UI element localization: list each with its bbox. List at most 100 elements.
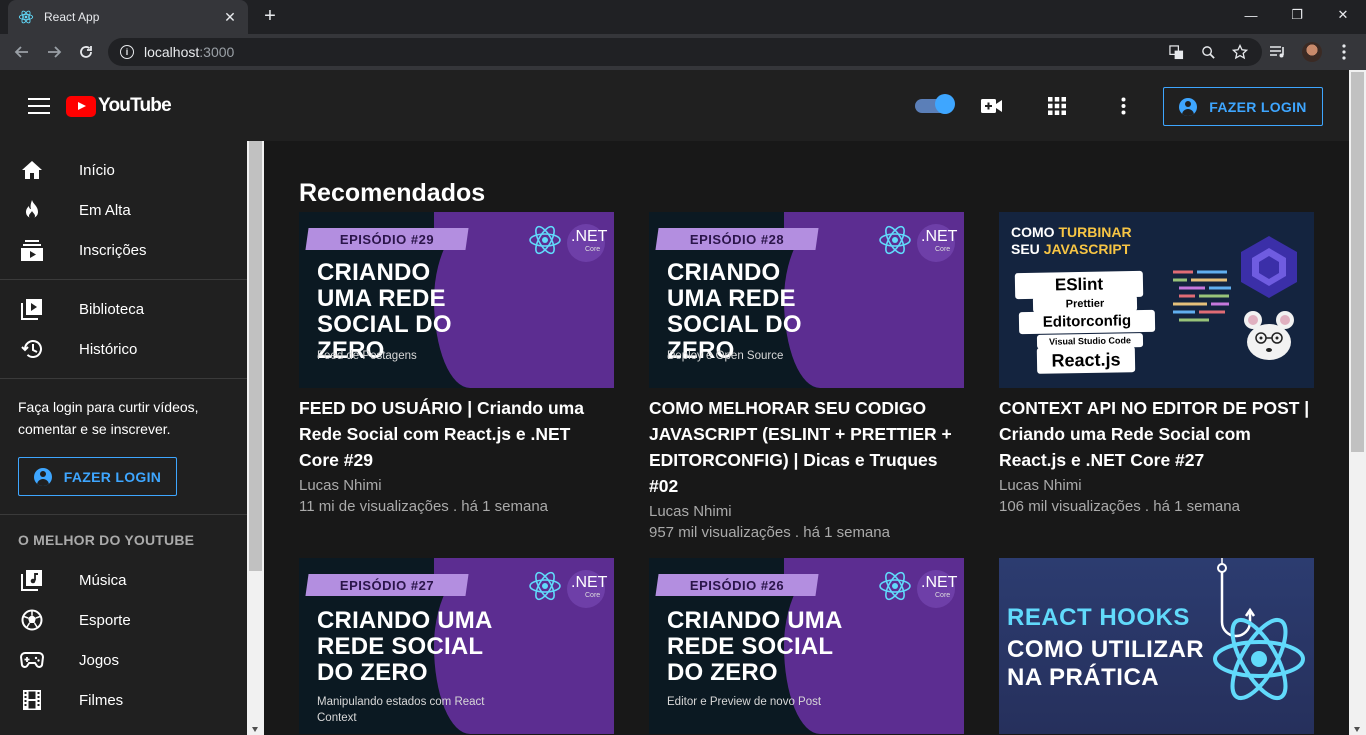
- media-queue-icon[interactable]: [1268, 42, 1288, 62]
- video-channel[interactable]: Lucas Nhimi: [649, 503, 964, 520]
- video-thumbnail[interactable]: COMO TURBINAR SEU JAVASCRIPT ESlint Pret…: [999, 212, 1314, 388]
- react-logo-icon: [1213, 617, 1305, 701]
- browser-tab[interactable]: React App ✕: [8, 0, 248, 34]
- video-channel[interactable]: Lucas Nhimi: [299, 477, 614, 494]
- apps-grid-icon[interactable]: [1046, 95, 1068, 117]
- thumb-headline: CRIANDO UMA REDE SOCIAL DO ZERO: [317, 607, 492, 686]
- video-card[interactable]: EPISÓDIO #28 .NET Core CRIANDO UMA REDE …: [649, 212, 964, 541]
- sidebar: Início Em Alta Inscrições Biblioteca His…: [0, 141, 247, 735]
- sidebar-item-historico[interactable]: Histórico: [0, 329, 247, 369]
- sidebar-item-label: Filmes: [79, 691, 124, 709]
- toggle-knob: [935, 94, 955, 114]
- profile-avatar[interactable]: [1302, 42, 1322, 62]
- url-port: :3000: [199, 44, 235, 60]
- react-logo-icon: [879, 225, 911, 255]
- new-tab-button[interactable]: +: [258, 4, 282, 28]
- net-label: .NET: [921, 228, 958, 245]
- header-login-button[interactable]: FAZER LOGIN: [1163, 87, 1323, 126]
- login-prompt: Faça login para curtir vídeos, comentar …: [18, 399, 199, 437]
- sidebar-item-musica[interactable]: Música: [0, 560, 247, 600]
- sidebar-item-label: Jogos: [79, 651, 120, 669]
- core-label: Core: [935, 592, 951, 599]
- zoom-icon[interactable]: [1200, 44, 1216, 60]
- sidebar-item-esporte[interactable]: Esporte: [0, 600, 247, 640]
- episode-label: EPISÓDIO #29: [339, 231, 435, 247]
- reload-icon[interactable]: [74, 40, 98, 64]
- sidebar-item-filmes[interactable]: Filmes: [0, 680, 247, 720]
- video-channel[interactable]: Lucas Nhimi: [999, 477, 1314, 494]
- translate-icon[interactable]: [1168, 44, 1184, 60]
- episode-banner: EPISÓDIO #27: [305, 574, 469, 596]
- window-close-button[interactable]: ✕: [1320, 0, 1366, 30]
- video-title[interactable]: COMO MELHORAR SEU CODIGO JAVASCRIPT (ESL…: [649, 395, 964, 499]
- video-title[interactable]: FEED DO USUÁRIO | Criando uma Rede Socia…: [299, 395, 614, 473]
- sidebar-item-inscricoes[interactable]: Inscrições: [0, 230, 247, 270]
- restore-button[interactable]: ❐: [1274, 0, 1320, 30]
- video-card[interactable]: COMO TURBINAR SEU JAVASCRIPT ESlint Pret…: [999, 212, 1314, 515]
- sidebar-scrollbar-thumb[interactable]: [249, 141, 262, 571]
- video-thumbnail[interactable]: REACT HOOKS COMO UTILIZAR NA PRÁTICA: [999, 558, 1314, 734]
- browser-menu-icon[interactable]: [1334, 42, 1354, 62]
- sidebar-item-jogos[interactable]: Jogos: [0, 640, 247, 680]
- core-label: Core: [935, 246, 951, 253]
- back-arrow-icon[interactable]: [10, 40, 34, 64]
- theme-toggle[interactable]: [915, 94, 955, 114]
- video-thumbnail[interactable]: EPISÓDIO #26 .NET Core CRIANDO UMA REDE …: [649, 558, 964, 734]
- scroll-down-arrow-icon[interactable]: [252, 727, 258, 732]
- video-card[interactable]: REACT HOOKS COMO UTILIZAR NA PRÁTICA: [999, 558, 1314, 734]
- video-card[interactable]: EPISÓDIO #26 .NET Core CRIANDO UMA REDE …: [649, 558, 964, 734]
- settings-more-icon[interactable]: [1112, 95, 1134, 117]
- sidebar-item-biblioteca[interactable]: Biblioteca: [0, 289, 247, 329]
- create-video-icon[interactable]: [981, 95, 1003, 117]
- video-thumbnail[interactable]: EPISÓDIO #29 .NET Core CRIANDO UMA REDE …: [299, 212, 614, 388]
- page-scrollbar-thumb[interactable]: [1351, 72, 1364, 452]
- video-thumbnail[interactable]: EPISÓDIO #27 .NET Core CRIANDO UMA REDE …: [299, 558, 614, 734]
- hamburger-menu-icon[interactable]: [28, 98, 50, 114]
- sidebar-divider: [0, 514, 247, 515]
- sidebar-item-inicio[interactable]: Início: [0, 150, 247, 190]
- sidebar-item-em-alta[interactable]: Em Alta: [0, 190, 247, 230]
- thumb-hooks-subtitle: COMO UTILIZAR NA PRÁTICA: [1007, 636, 1205, 691]
- video-card[interactable]: EPISÓDIO #29 .NET Core CRIANDO UMA REDE …: [299, 212, 614, 515]
- hexagon-logo-icon: [1241, 236, 1297, 298]
- video-card[interactable]: EPISÓDIO #27 .NET Core CRIANDO UMA REDE …: [299, 558, 614, 734]
- video-meta: 106 mil visualizações . há 1 semana: [999, 498, 1240, 515]
- bookmark-star-icon[interactable]: [1232, 44, 1248, 60]
- video-thumbnail[interactable]: EPISÓDIO #28 .NET Core CRIANDO UMA REDE …: [649, 212, 964, 388]
- sidebar-item-label: Em Alta: [79, 201, 131, 219]
- youtube-play-icon: [66, 95, 96, 117]
- page-scrollbar[interactable]: [1349, 70, 1366, 735]
- sidebar-login-button[interactable]: FAZER LOGIN: [18, 457, 177, 496]
- mouse-mascot-icon: [1244, 311, 1294, 360]
- thumb-subtitle: Manipulando estados com React Context: [317, 696, 485, 724]
- thumb-subtitle: Editor e Preview de novo Post: [667, 696, 822, 708]
- tab-title: React App: [44, 10, 100, 24]
- browser-toolbar: i localhost:3000: [0, 34, 1366, 70]
- sidebar-item-label: Inscrições: [79, 241, 147, 259]
- minimize-button[interactable]: —: [1228, 0, 1274, 30]
- react-logo-icon: [529, 571, 561, 601]
- sidebar-scrollbar[interactable]: [247, 141, 264, 735]
- fire-icon: [20, 198, 44, 222]
- best-of-heading: O MELHOR DO YOUTUBE: [18, 532, 195, 548]
- section-title: Recomendados: [299, 179, 486, 207]
- youtube-logo[interactable]: YouTube: [66, 95, 172, 117]
- film-icon: [20, 688, 44, 712]
- sidebar-item-label: Biblioteca: [79, 300, 145, 318]
- sidebar-item-label: Histórico: [79, 340, 138, 358]
- thumb-title: COMO TURBINAR SEU JAVASCRIPT: [1011, 224, 1132, 258]
- library-icon: [20, 297, 44, 321]
- address-bar[interactable]: i localhost:3000: [108, 38, 1262, 66]
- core-label: Core: [585, 246, 601, 253]
- react-favicon-icon: [18, 9, 34, 25]
- site-info-icon[interactable]: i: [120, 45, 134, 59]
- net-label: .NET: [571, 228, 608, 245]
- video-title[interactable]: CONTEXT API NO EDITOR DE POST | Criando …: [999, 395, 1314, 473]
- thumb-hooks-title: REACT HOOKS: [1007, 604, 1190, 631]
- scroll-down-arrow-icon[interactable]: [1354, 727, 1360, 732]
- gamepad-icon: [20, 648, 44, 672]
- tab-close-icon[interactable]: ✕: [222, 9, 238, 26]
- react-logo-icon: [879, 571, 911, 601]
- account-circle-icon: [33, 467, 52, 486]
- forward-arrow-icon[interactable]: [42, 40, 66, 64]
